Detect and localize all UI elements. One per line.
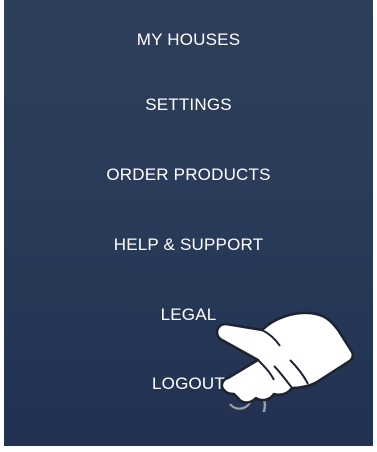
navigation-menu: MY HOUSES SETTINGS ORDER PRODUCTS HELP &… bbox=[4, 0, 373, 446]
menu-item-my-houses[interactable]: MY HOUSES bbox=[4, 17, 373, 63]
menu-item-settings[interactable]: SETTINGS bbox=[4, 82, 373, 128]
screenshot-frame: MY HOUSES SETTINGS ORDER PRODUCTS HELP &… bbox=[0, 0, 377, 452]
menu-item-legal[interactable]: LEGAL bbox=[4, 292, 373, 338]
menu-item-order-products[interactable]: ORDER PRODUCTS bbox=[4, 152, 373, 198]
menu-item-help-support[interactable]: HELP & SUPPORT bbox=[4, 222, 373, 268]
menu-item-logout[interactable]: LOGOUT bbox=[4, 361, 373, 407]
